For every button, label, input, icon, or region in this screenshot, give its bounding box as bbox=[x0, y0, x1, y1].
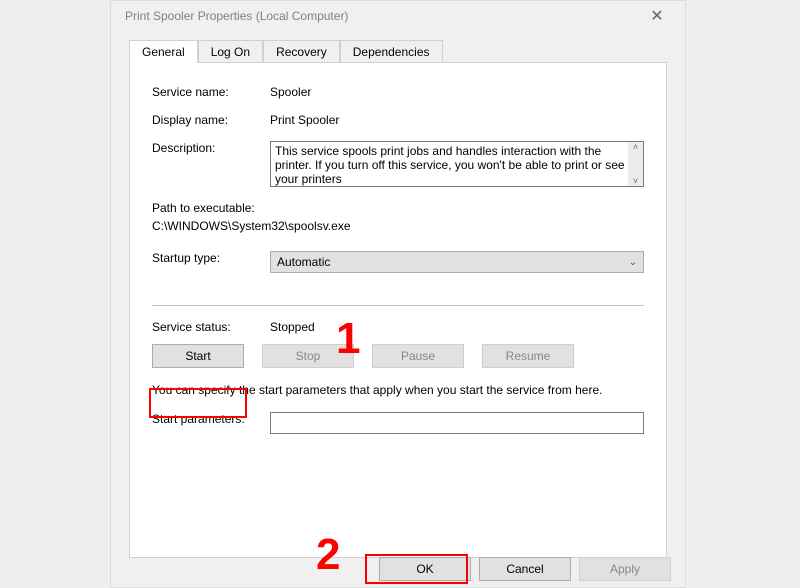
startup-type-value: Automatic bbox=[277, 255, 330, 269]
window-title: Print Spooler Properties (Local Computer… bbox=[125, 9, 348, 23]
value-service-status: Stopped bbox=[270, 320, 315, 334]
label-path: Path to executable: bbox=[152, 201, 644, 215]
value-path: C:\WINDOWS\System32\spoolsv.exe bbox=[152, 219, 644, 233]
tab-logon[interactable]: Log On bbox=[198, 40, 263, 63]
stop-button: Stop bbox=[262, 344, 354, 368]
tab-recovery[interactable]: Recovery bbox=[263, 40, 340, 63]
chevron-down-icon[interactable]: ˅ bbox=[633, 176, 638, 186]
tab-general[interactable]: General bbox=[129, 40, 198, 63]
description-field[interactable]: This service spools print jobs and handl… bbox=[270, 141, 644, 187]
ok-button[interactable]: OK bbox=[379, 557, 471, 581]
value-service-name: Spooler bbox=[270, 85, 311, 99]
label-service-status: Service status: bbox=[152, 320, 270, 334]
startup-type-select[interactable]: Automatic ⌄ bbox=[270, 251, 644, 273]
resume-button: Resume bbox=[482, 344, 574, 368]
cancel-button[interactable]: Cancel bbox=[479, 557, 571, 581]
tab-dependencies[interactable]: Dependencies bbox=[340, 40, 443, 63]
description-text: This service spools print jobs and handl… bbox=[275, 144, 625, 186]
apply-button: Apply bbox=[579, 557, 671, 581]
label-description: Description: bbox=[152, 141, 270, 155]
divider bbox=[152, 305, 644, 306]
start-button[interactable]: Start bbox=[152, 344, 244, 368]
scrollbar[interactable]: ˄ ˅ bbox=[628, 142, 643, 186]
label-start-parameters: Start parameters: bbox=[152, 412, 270, 426]
control-buttons: Start Stop Pause Resume bbox=[152, 344, 644, 368]
start-parameters-input[interactable] bbox=[270, 412, 644, 434]
tabstrip: General Log On Recovery Dependencies bbox=[111, 31, 685, 62]
label-startup-type: Startup type: bbox=[152, 251, 270, 265]
close-icon[interactable]: ✕ bbox=[637, 6, 677, 26]
help-text: You can specify the start parameters tha… bbox=[152, 382, 644, 398]
label-service-name: Service name: bbox=[152, 85, 270, 99]
value-display-name: Print Spooler bbox=[270, 113, 339, 127]
dialog-buttons: OK Cancel Apply bbox=[379, 557, 671, 581]
titlebar[interactable]: Print Spooler Properties (Local Computer… bbox=[111, 1, 685, 31]
general-panel: Service name: Spooler Display name: Prin… bbox=[129, 62, 667, 558]
pause-button: Pause bbox=[372, 344, 464, 368]
chevron-down-icon: ⌄ bbox=[629, 257, 637, 268]
properties-dialog: Print Spooler Properties (Local Computer… bbox=[110, 0, 686, 588]
chevron-up-icon[interactable]: ˄ bbox=[633, 142, 638, 152]
label-display-name: Display name: bbox=[152, 113, 270, 127]
